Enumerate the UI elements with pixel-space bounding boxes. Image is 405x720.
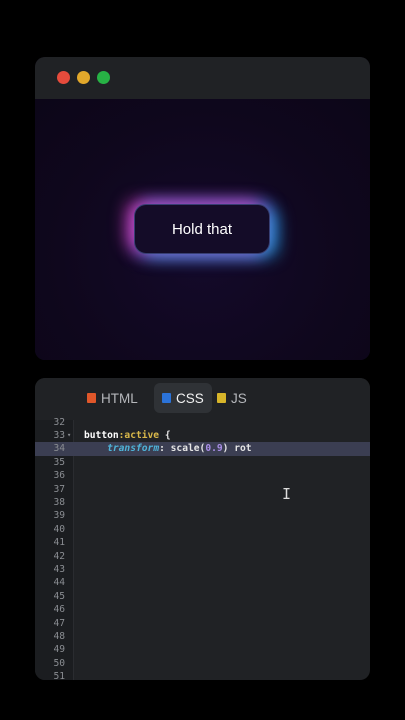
line-number: 46 [53, 604, 65, 616]
code-line[interactable]: 41 [35, 536, 370, 549]
code-line[interactable]: 44 [35, 576, 370, 589]
line-number: 44 [53, 577, 65, 589]
code-line[interactable]: 40 [35, 523, 370, 536]
line-number: 38 [53, 496, 65, 508]
window-titlebar [35, 57, 370, 99]
code-line[interactable]: 38 [35, 496, 370, 509]
line-number: 40 [53, 523, 65, 535]
js-icon [217, 393, 226, 403]
css-pseudo-class: :active [118, 429, 160, 441]
minimize-dot[interactable] [77, 71, 90, 84]
line-number: 47 [53, 617, 65, 629]
code-line[interactable]: 50 [35, 657, 370, 670]
code-line[interactable]: 49 [35, 643, 370, 656]
code-line[interactable]: 48 [35, 630, 370, 643]
line-number: 33 [53, 429, 65, 441]
code-area[interactable]: 32 33 ▾ button:active {34 transform: scale(… [35, 417, 370, 680]
code-line[interactable]: 35 [35, 456, 370, 469]
text-cursor-icon: I [282, 485, 292, 503]
line-number: 41 [53, 537, 65, 549]
css-partial-value: ) rot [222, 443, 252, 455]
code-line[interactable]: 51 [35, 670, 370, 680]
line-number: 48 [53, 630, 65, 642]
css-property: transform [107, 443, 160, 455]
maximize-dot[interactable] [97, 71, 110, 84]
line-number: 34 [53, 443, 65, 455]
line-number: 39 [53, 510, 65, 522]
code-line[interactable]: 33 ▾ button:active { [35, 429, 370, 442]
code-line[interactable]: 32 [35, 416, 370, 429]
code-line[interactable]: 39 [35, 509, 370, 522]
code-text: transform: scale(0.9) rot [84, 442, 252, 455]
line-number: 45 [53, 590, 65, 602]
css3-icon [162, 393, 171, 403]
tab-js[interactable]: JS [209, 383, 255, 413]
tab-html[interactable]: HTML [79, 383, 146, 413]
code-line[interactable]: 45 [35, 590, 370, 603]
line-number: 32 [53, 416, 65, 428]
code-text: button:active { [84, 429, 171, 442]
tab-js-label: JS [231, 390, 247, 406]
tab-css-label: CSS [176, 390, 204, 406]
css-number: 0.9 [205, 443, 223, 455]
tab-html-label: HTML [101, 390, 138, 406]
line-number: 42 [53, 550, 65, 562]
editor-tabs: HTML CSS JS [35, 378, 370, 420]
code-line[interactable]: 36 [35, 469, 370, 482]
css-brace: { [159, 429, 171, 441]
code-line[interactable]: 34 transform: scale(0.9) rot [35, 442, 370, 456]
line-number: 37 [53, 483, 65, 495]
line-number: 50 [53, 657, 65, 669]
line-number: 36 [53, 470, 65, 482]
css-function: scale( [170, 443, 206, 455]
close-dot[interactable] [57, 71, 70, 84]
preview-canvas: Hold that [35, 99, 370, 360]
preview-window: Hold that [35, 57, 370, 360]
css-selector: button [84, 429, 119, 441]
code-line[interactable]: 46 [35, 603, 370, 616]
line-number: 35 [53, 456, 65, 468]
code-line[interactable]: 47 [35, 617, 370, 630]
code-editor: HTML CSS JS 32 33 ▾ button:active {34 trans… [35, 378, 370, 680]
tab-css[interactable]: CSS [154, 383, 212, 413]
hold-that-button[interactable]: Hold that [134, 204, 270, 254]
line-number: 49 [53, 644, 65, 656]
code-line[interactable]: 43 [35, 563, 370, 576]
code-line[interactable]: 37 [35, 483, 370, 496]
line-number: 43 [53, 563, 65, 575]
code-line[interactable]: 42 [35, 550, 370, 563]
css-colon: : [159, 443, 171, 455]
line-number: 51 [53, 671, 65, 680]
fold-arrow-icon[interactable]: ▾ [67, 429, 71, 442]
html5-icon [87, 393, 96, 403]
